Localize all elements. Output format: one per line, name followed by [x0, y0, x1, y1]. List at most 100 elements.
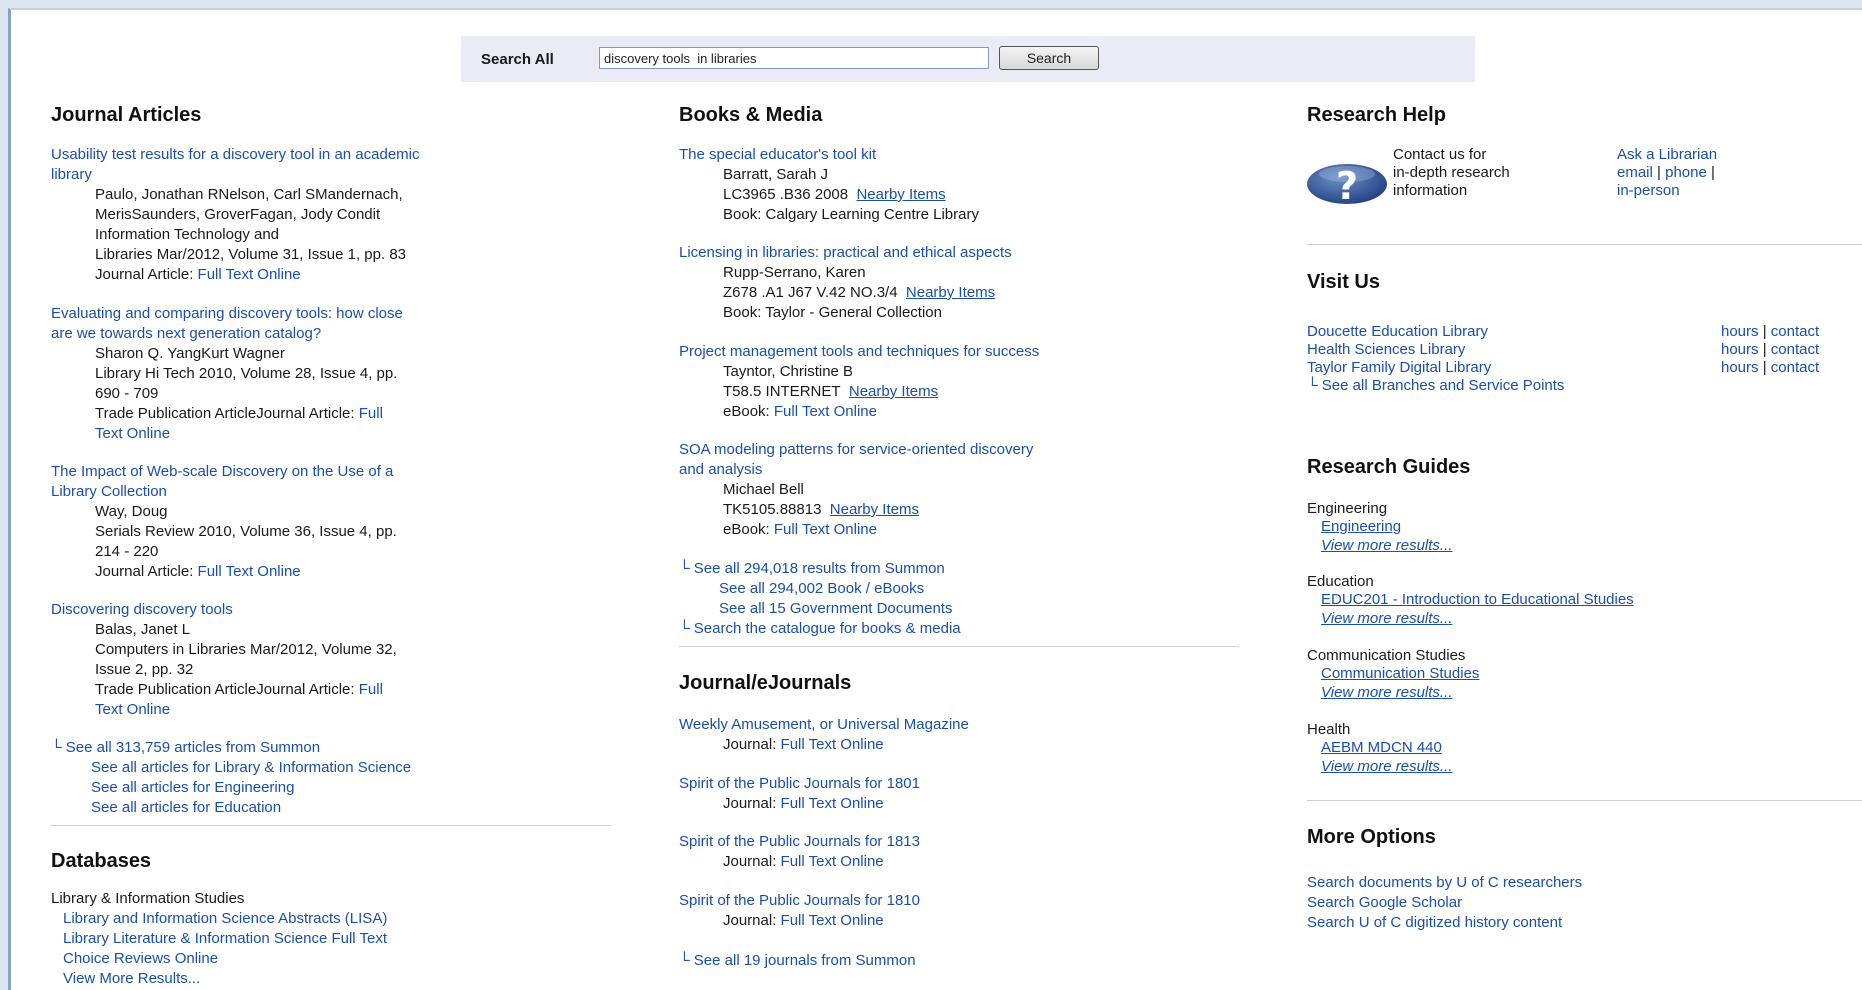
article-title-line[interactable]: Library Collection [51, 483, 167, 501]
hours-link[interactable]: hours [1721, 359, 1759, 376]
full-text-link[interactable]: Text Online [95, 425, 170, 443]
search-catalogue-link[interactable]: └ Search the catalogue for books & media [679, 620, 961, 638]
see-articles-education-link[interactable]: See all articles for Education [91, 799, 281, 817]
see-articles-engineering-link[interactable]: See all articles for Engineering [91, 779, 294, 797]
journal-title[interactable]: Spirit of the Public Journals for 1801 [679, 775, 920, 793]
see-all-articles-link[interactable]: └ See all 313,759 articles from Summon [51, 739, 320, 757]
article-title-line[interactable]: library [51, 166, 92, 184]
more-options-heading: More Options [1307, 826, 1436, 848]
book-title[interactable]: Project management tools and techniques … [679, 343, 1039, 361]
in-person-link[interactable]: in-person [1617, 182, 1680, 200]
hours-link[interactable]: hours [1721, 341, 1759, 358]
contact-link[interactable]: contact [1771, 323, 1819, 340]
search-button[interactable]: Search [999, 46, 1099, 70]
article-source: Issue 2, pp. 32 [95, 661, 194, 678]
full-text-link[interactable]: Full Text Online [198, 563, 301, 580]
full-text-link[interactable]: Full Text Online [781, 853, 884, 870]
article-title-line[interactable]: Discovering discovery tools [51, 601, 233, 619]
ask-librarian-link[interactable]: Ask a Librarian [1617, 146, 1717, 164]
view-more-results-link[interactable]: View more results... [1321, 610, 1452, 628]
article-title-line[interactable]: are we towards next generation catalog? [51, 325, 321, 343]
guide-link[interactable]: Engineering [1321, 518, 1401, 536]
journal-title[interactable]: Weekly Amusement, or Universal Magazine [679, 716, 969, 734]
book-author: Barratt, Sarah J [723, 166, 829, 183]
nearby-items-link[interactable]: Nearby Items [830, 501, 919, 518]
journals-heading: Journal/eJournals [679, 672, 852, 694]
guide-subject: Health [1307, 721, 1351, 738]
full-text-link[interactable]: Full Text Online [198, 266, 301, 283]
article-authors: Way, Doug [95, 503, 168, 520]
see-all-branches-link[interactable]: └ See all Branches and Service Points [1307, 377, 1564, 395]
search-input[interactable] [599, 47, 989, 69]
database-link[interactable]: Choice Reviews Online [63, 950, 218, 968]
branch-links: hours | contact [1721, 359, 1820, 376]
contact-link[interactable]: contact [1771, 359, 1819, 376]
view-more-results-link[interactable]: View more results... [1321, 537, 1452, 555]
book-callno: Z678 .A1 J67 V.42 NO.3/4 [723, 284, 898, 301]
more-option-link[interactable]: Search documents by U of C researchers [1307, 874, 1582, 892]
branch-link[interactable]: Taylor Family Digital Library [1307, 359, 1491, 377]
full-text-link[interactable]: Text Online [95, 701, 170, 719]
hours-link[interactable]: hours [1721, 323, 1759, 340]
database-link[interactable]: Library and Information Science Abstract… [63, 910, 387, 928]
article-authors: Balas, Janet L [95, 621, 191, 638]
full-text-link[interactable]: Full Text Online [781, 736, 884, 753]
branch-link[interactable]: Doucette Education Library [1307, 323, 1488, 341]
books-media-heading: Books & Media [679, 104, 823, 126]
book-location: Book: Calgary Learning Centre Library [723, 206, 979, 223]
book-callno-row: Z678 .A1 J67 V.42 NO.3/4 Nearby Items [723, 284, 995, 302]
article-title-line[interactable]: Usability test results for a discovery t… [51, 146, 420, 164]
database-link[interactable]: Library Literature & Information Science… [63, 930, 387, 948]
guide-subject: Engineering [1307, 500, 1388, 517]
full-text-link[interactable]: Full [359, 681, 383, 698]
article-authors: Sharon Q. YangKurt Wagner [95, 345, 285, 362]
book-title[interactable]: The special educator's tool kit [679, 146, 876, 164]
nearby-items-link[interactable]: Nearby Items [849, 383, 938, 400]
more-option-link[interactable]: Search U of C digitized history content [1307, 914, 1562, 932]
contact-link[interactable]: contact [1771, 341, 1819, 358]
full-text-link[interactable]: Full Text Online [781, 795, 884, 812]
see-all-books-link[interactable]: See all 294,002 Book / eBooks [719, 580, 924, 598]
nearby-items-link[interactable]: Nearby Items [906, 284, 995, 301]
view-more-results-link[interactable]: View more results... [1321, 684, 1452, 702]
contact-text: in-depth research [1393, 164, 1510, 181]
see-all-journals-link[interactable]: └ See all 19 journals from Summon [679, 952, 916, 970]
guide-subject: Communication Studies [1307, 647, 1466, 664]
guide-link[interactable]: Communication Studies [1321, 665, 1479, 683]
journal-type: Journal: Full Text Online [723, 736, 884, 753]
branch-link[interactable]: Health Sciences Library [1307, 341, 1465, 359]
journal-type: Journal: Full Text Online [723, 912, 884, 929]
divider [1307, 800, 1862, 801]
view-more-databases-link[interactable]: View More Results... [63, 970, 200, 988]
book-location: Book: Taylor - General Collection [723, 304, 942, 321]
book-title[interactable]: SOA modeling patterns for service-orient… [679, 441, 1033, 459]
databases-heading: Databases [51, 850, 152, 872]
article-title-line[interactable]: The Impact of Web-scale Discovery on the… [51, 463, 393, 481]
see-all-results-link[interactable]: └ See all 294,018 results from Summon [679, 560, 945, 578]
article-title-line[interactable]: Evaluating and comparing discovery tools… [51, 305, 403, 323]
journal-title[interactable]: Spirit of the Public Journals for 1813 [679, 833, 920, 851]
email-link[interactable]: email [1617, 164, 1653, 181]
full-text-link[interactable]: Full Text Online [774, 521, 877, 538]
phone-link[interactable]: phone [1665, 164, 1707, 181]
journal-title[interactable]: Spirit of the Public Journals for 1810 [679, 892, 920, 910]
journal-articles-heading: Journal Articles [51, 104, 202, 126]
nearby-items-link[interactable]: Nearby Items [856, 186, 945, 203]
research-guides-heading: Research Guides [1307, 456, 1471, 478]
article-source: Libraries Mar/2012, Volume 31, Issue 1, … [95, 246, 407, 263]
full-text-link[interactable]: Full [359, 405, 383, 422]
full-text-link[interactable]: Full Text Online [774, 403, 877, 420]
article-source: Serials Review 2010, Volume 36, Issue 4,… [95, 523, 397, 540]
see-articles-lis-link[interactable]: See all articles for Library & Informati… [91, 759, 411, 777]
book-title[interactable]: Licensing in libraries: practical and et… [679, 244, 1012, 262]
divider [1307, 244, 1862, 245]
see-all-govdocs-link[interactable]: See all 15 Government Documents [719, 600, 952, 618]
full-text-link[interactable]: Full Text Online [781, 912, 884, 929]
view-more-results-link[interactable]: View more results... [1321, 758, 1452, 776]
article-type: Trade Publication ArticleJournal Article… [95, 681, 383, 698]
guide-link[interactable]: EDUC201 - Introduction to Educational St… [1321, 591, 1634, 609]
book-title[interactable]: and analysis [679, 461, 762, 479]
contact-text: Contact us for [1393, 146, 1487, 163]
guide-link[interactable]: AEBM MDCN 440 [1321, 739, 1442, 757]
more-option-link[interactable]: Search Google Scholar [1307, 894, 1462, 912]
